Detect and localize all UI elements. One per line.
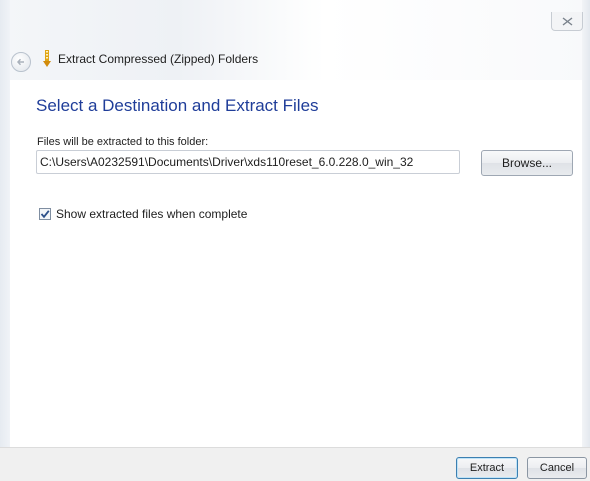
close-button[interactable] [551, 12, 583, 31]
checkmark-icon [40, 210, 50, 219]
cancel-button[interactable]: Cancel [527, 457, 587, 479]
close-icon [562, 16, 572, 26]
extract-button[interactable]: Extract [456, 457, 518, 479]
window-title: Extract Compressed (Zipped) Folders [58, 52, 259, 66]
title-bar [0, 0, 590, 80]
back-button[interactable] [11, 52, 31, 72]
browse-button[interactable]: Browse... [481, 150, 573, 176]
show-files-checkbox[interactable] [39, 208, 51, 220]
show-files-option[interactable]: Show extracted files when complete [39, 206, 247, 222]
content-panel: Select a Destination and Extract Files F… [18, 80, 582, 446]
destination-path-input[interactable] [36, 150, 460, 174]
show-files-label: Show extracted files when complete [56, 207, 248, 221]
extract-dialog: Extract Compressed (Zipped) Folders Sele… [0, 0, 590, 481]
destination-label: Files will be extracted to this folder: [37, 136, 209, 148]
back-arrow-icon [16, 58, 24, 66]
zip-folder-icon [43, 50, 51, 67]
page-heading: Select a Destination and Extract Files [36, 96, 319, 115]
window-frame-right [582, 0, 590, 481]
window-frame-left [0, 0, 10, 481]
